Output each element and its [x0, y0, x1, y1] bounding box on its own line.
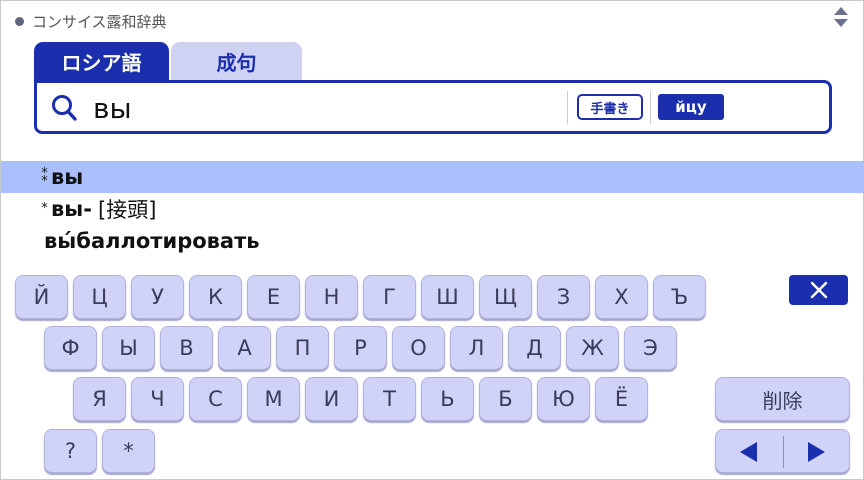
key[interactable]: А	[218, 326, 271, 370]
search-divider	[650, 91, 651, 124]
result-item[interactable]: * вы- [接頭]	[1, 193, 864, 225]
search-input[interactable]: вы	[93, 92, 132, 125]
importance-mark: * *	[41, 166, 48, 189]
key[interactable]: ?	[44, 429, 97, 473]
key[interactable]: Ц	[73, 275, 126, 319]
arrow-divider	[783, 436, 784, 468]
key[interactable]: Ж	[566, 326, 619, 370]
result-word: вы́баллотировать	[44, 229, 260, 253]
key[interactable]: Ф	[44, 326, 97, 370]
key[interactable]: П	[276, 326, 329, 370]
tab-russian[interactable]: ロシア語	[34, 42, 169, 81]
handwriting-button[interactable]: 手書き	[577, 94, 643, 120]
importance-mark: *	[41, 201, 48, 216]
tab-phrases[interactable]: 成句	[171, 42, 302, 81]
key[interactable]: Л	[450, 326, 503, 370]
key[interactable]: К	[189, 275, 242, 319]
key[interactable]: Ё	[595, 377, 648, 421]
key[interactable]: Ы	[102, 326, 155, 370]
key[interactable]: Я	[73, 377, 126, 421]
close-icon	[810, 281, 827, 299]
arrow-left-icon[interactable]	[740, 442, 757, 462]
key[interactable]: Ь	[421, 377, 474, 421]
dictionary-header: コンサイス露和辞典	[15, 9, 167, 33]
key[interactable]: Ш	[421, 275, 474, 319]
key[interactable]: З	[537, 275, 590, 319]
bullet-icon	[15, 16, 24, 26]
search-divider	[567, 91, 568, 124]
key[interactable]: Н	[305, 275, 358, 319]
app-frame: コンサイス露和辞典 ロシア語 成句 вы 手書き йцу * * вы * вы-…	[0, 0, 864, 480]
part-of-speech-tag: [接頭]	[98, 198, 157, 222]
clear-button[interactable]	[789, 275, 848, 305]
search-box[interactable]: вы 手書き йцу	[34, 80, 832, 134]
scroll-down-icon[interactable]	[834, 19, 848, 27]
key[interactable]: *	[102, 429, 155, 473]
result-list: * * вы * вы- [接頭] вы́баллотировать	[1, 161, 864, 257]
key[interactable]: И	[305, 377, 358, 421]
key[interactable]: Е	[247, 275, 300, 319]
scroll-up-icon[interactable]	[834, 7, 848, 15]
key[interactable]: Ъ	[653, 275, 706, 319]
key[interactable]: О	[392, 326, 445, 370]
key[interactable]: Г	[363, 275, 416, 319]
keyboard-layout-button[interactable]: йцу	[658, 94, 724, 120]
scroll-updown-icon[interactable]	[833, 7, 849, 27]
search-icon	[52, 95, 77, 121]
key[interactable]: У	[131, 275, 184, 319]
key[interactable]: Х	[595, 275, 648, 319]
result-item[interactable]: вы́баллотировать	[1, 225, 864, 257]
key[interactable]: Б	[479, 377, 532, 421]
cursor-arrow-buttons[interactable]	[715, 429, 850, 473]
arrow-right-icon[interactable]	[808, 442, 825, 462]
result-item[interactable]: * * вы	[1, 161, 864, 193]
key[interactable]: Р	[334, 326, 387, 370]
key[interactable]: С	[189, 377, 242, 421]
key[interactable]: Ю	[537, 377, 590, 421]
key[interactable]: Э	[624, 326, 677, 370]
key[interactable]: В	[160, 326, 213, 370]
key[interactable]: Ч	[131, 377, 184, 421]
key[interactable]: М	[247, 377, 300, 421]
dictionary-title: コンサイス露和辞典	[32, 12, 167, 31]
key[interactable]: Й	[15, 275, 68, 319]
key[interactable]: Щ	[479, 275, 532, 319]
result-word: вы	[51, 165, 84, 189]
key[interactable]: Д	[508, 326, 561, 370]
delete-button[interactable]: 削除	[715, 377, 850, 421]
result-word: вы-	[51, 197, 92, 221]
key[interactable]: Т	[363, 377, 416, 421]
